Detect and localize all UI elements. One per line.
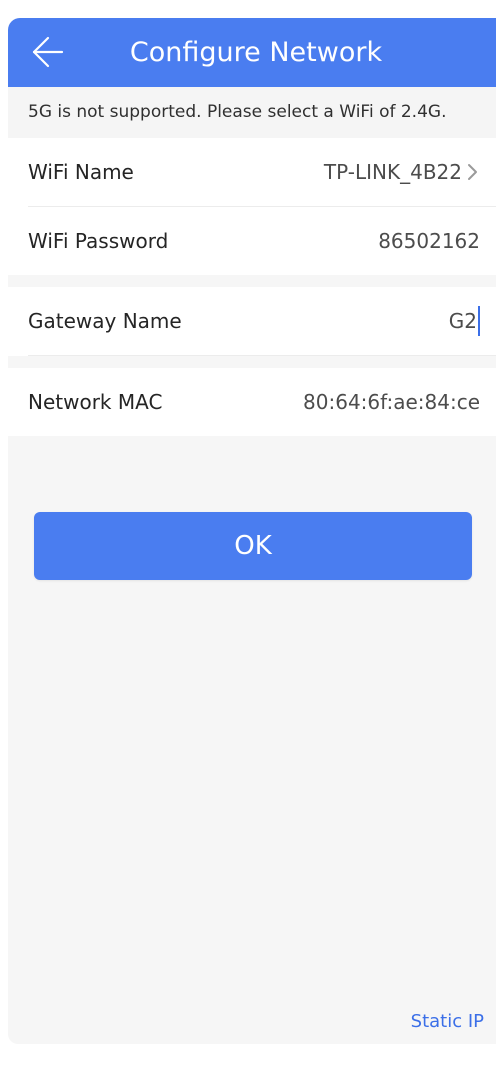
gateway-name-row[interactable]: Gateway Name G2 (8, 287, 496, 355)
wifi-name-value: TP-LINK_4B22 (323, 160, 462, 184)
network-mac-row: Network MAC 80:64:6f:ae:84:ce (8, 368, 496, 436)
text-caret (478, 306, 480, 336)
gateway-settings-group: Gateway Name G2 (8, 287, 496, 356)
section-gap (8, 275, 496, 287)
network-mac-label: Network MAC (28, 390, 163, 414)
network-info-group: Network MAC 80:64:6f:ae:84:ce (8, 368, 496, 436)
wifi-password-label: WiFi Password (28, 229, 169, 253)
wifi-name-value-wrap: TP-LINK_4B22 (324, 160, 480, 184)
wifi-name-label: WiFi Name (28, 160, 134, 184)
section-gap (8, 356, 496, 368)
gateway-name-label: Gateway Name (28, 309, 182, 333)
static-ip-link[interactable]: Static IP (411, 1011, 484, 1032)
wifi-password-row[interactable]: WiFi Password 86502162 (8, 207, 496, 275)
configure-network-page: Configure Network 5G is not supported. P… (8, 18, 496, 1044)
wifi-settings-group: WiFi Name TP-LINK_4B22 WiFi Password 865… (8, 138, 496, 275)
gateway-name-input[interactable]: G2 (449, 306, 480, 336)
wifi-band-notice: 5G is not supported. Please select a WiF… (8, 87, 496, 138)
network-mac-value: 80:64:6f:ae:84:ce (303, 390, 480, 414)
wifi-password-value[interactable]: 86502162 (378, 229, 480, 253)
page-title: Configure Network (129, 37, 383, 68)
wifi-name-row[interactable]: WiFi Name TP-LINK_4B22 (8, 138, 496, 206)
screen: Configure Network 5G is not supported. P… (0, 0, 496, 1070)
chevron-right-icon (466, 161, 480, 183)
ok-button[interactable]: OK (34, 512, 472, 580)
header-bar: Configure Network (8, 18, 496, 87)
gateway-name-value: G2 (448, 309, 477, 333)
